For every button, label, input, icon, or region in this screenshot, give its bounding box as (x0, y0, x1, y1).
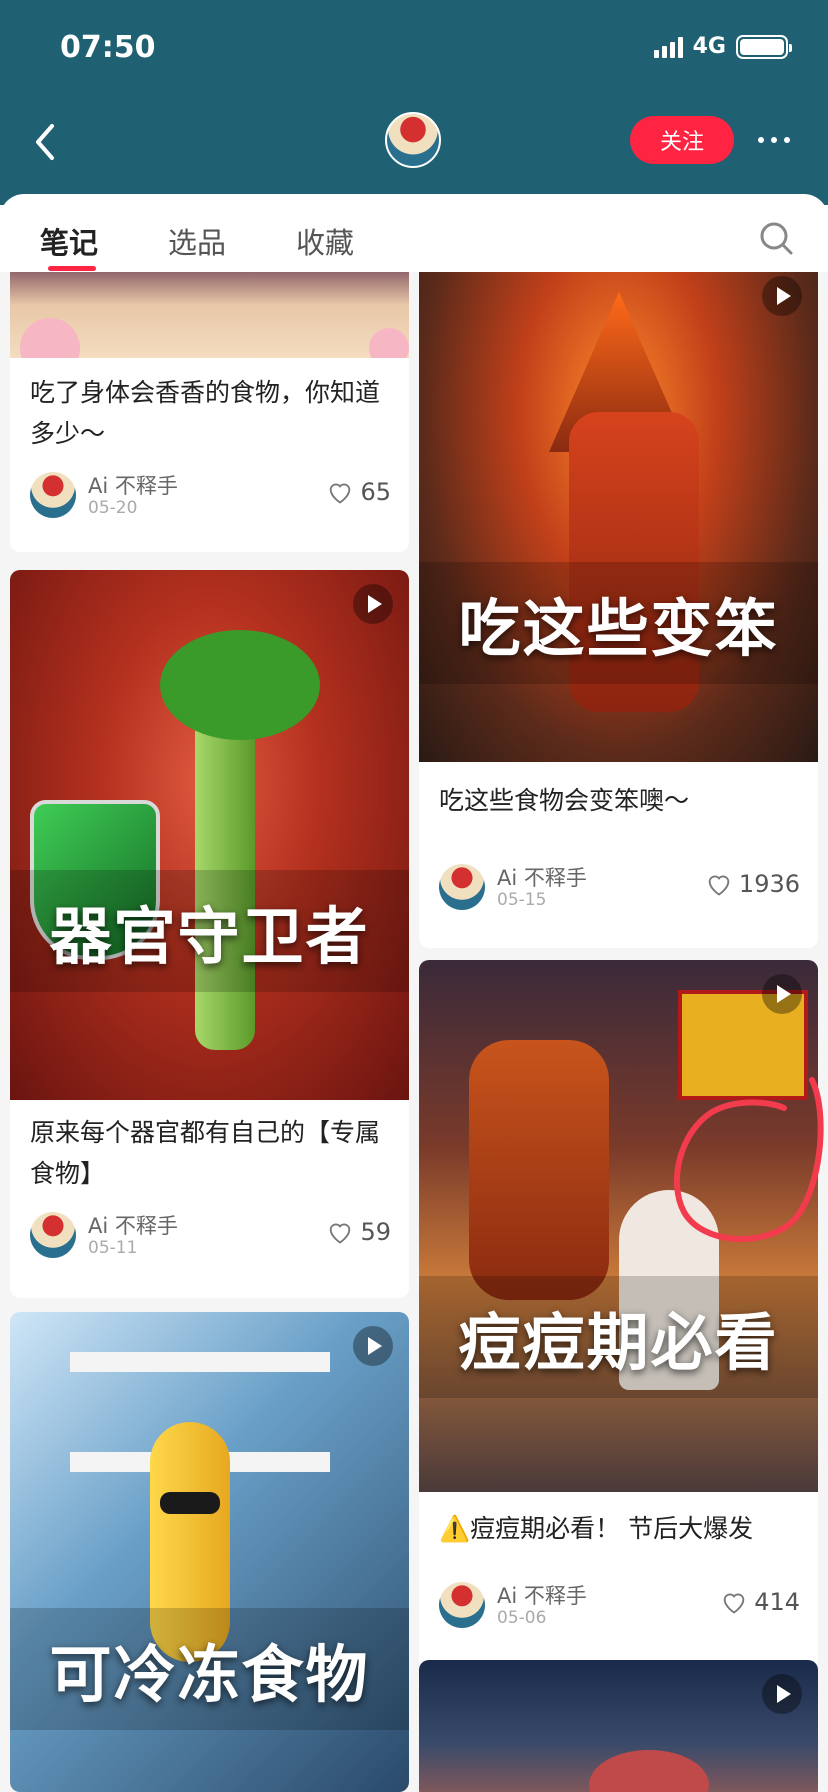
heart-icon (330, 483, 351, 504)
chevron-left-icon (36, 124, 54, 160)
like-button[interactable]: 1936 (705, 870, 800, 898)
note-cover-image: 痘痘期必看 (419, 960, 818, 1492)
note-date: 05-06 (497, 1608, 547, 1628)
heart-icon (723, 1593, 745, 1614)
tab-active-indicator (48, 266, 96, 271)
like-count: 414 (754, 1588, 800, 1616)
cover-caption: 痘痘期必看 (419, 1276, 818, 1398)
note-author-row: Ai 不释手 05-20 65 (30, 472, 391, 524)
tab-selections[interactable]: 选品 (168, 220, 226, 262)
like-count: 59 (360, 1218, 391, 1246)
video-icon (353, 1326, 393, 1366)
tab-bar: 笔记 选品 收藏 (0, 194, 828, 274)
like-count: 1936 (738, 870, 800, 898)
note-date: 05-11 (88, 1238, 138, 1258)
note-date: 05-15 (497, 890, 547, 910)
profile-avatar[interactable] (385, 112, 441, 168)
video-icon (762, 1674, 802, 1714)
author-avatar (30, 472, 76, 518)
author-avatar (439, 1582, 485, 1628)
note-title: ⚠️痘痘期必看！ 节后大爆发 (439, 1514, 754, 1543)
video-icon (762, 974, 802, 1014)
author-avatar (30, 1212, 76, 1258)
note-title: 吃了身体会香香的食物，你知道多少～ (30, 378, 381, 448)
cover-caption: 可冷冻食物 (10, 1608, 409, 1730)
follow-button[interactable]: 关注 (630, 116, 734, 164)
top-bar: 07:50 4G 关注 (0, 0, 828, 205)
heart-icon (330, 1223, 351, 1244)
author-avatar (439, 864, 485, 910)
note-card[interactable]: 器官守卫者 原来每个器官都有自己的【专属食物】 Ai 不释手 05-11 59 (10, 570, 409, 1298)
cover-caption: 吃这些变笨 (419, 562, 818, 684)
note-cover-image (10, 272, 409, 358)
like-button[interactable]: 65 (326, 478, 391, 506)
like-button[interactable]: 414 (720, 1588, 800, 1616)
note-cover-image: 器官守卫者 (10, 570, 409, 1100)
author-name: Ai 不释手 (88, 474, 178, 498)
like-count: 65 (360, 478, 391, 506)
notes-feed[interactable]: 吃了身体会香香的食物，你知道多少～ Ai 不释手 05-20 65 吃这些变笨 … (0, 272, 828, 1792)
note-author-row: Ai 不释手 05-11 59 (30, 1212, 391, 1264)
note-date: 05-20 (88, 498, 138, 518)
heart-icon (708, 875, 730, 896)
video-icon (353, 584, 393, 624)
like-button[interactable]: 59 (326, 1218, 391, 1246)
search-icon (760, 222, 793, 255)
note-cover-image: 可冷冻食物 (10, 1312, 409, 1792)
more-button[interactable] (752, 126, 796, 154)
note-card[interactable]: 吃这些变笨 吃这些食物会变笨噢～ Ai 不释手 05-15 1936 (419, 272, 818, 948)
note-title: 吃这些食物会变笨噢～ (439, 786, 690, 815)
author-name: Ai 不释手 (88, 1214, 178, 1238)
note-author-row: Ai 不释手 05-15 1936 (439, 864, 800, 916)
note-title: 原来每个器官都有自己的【专属食物】 (30, 1118, 381, 1188)
tab-notes[interactable]: 笔记 (40, 220, 98, 262)
cover-caption: 器官守卫者 (10, 870, 409, 992)
video-icon (762, 276, 802, 316)
signal-icon (653, 36, 683, 58)
battery-icon (736, 34, 792, 59)
back-button[interactable] (28, 120, 64, 164)
note-cover-image (419, 1660, 818, 1792)
author-name: Ai 不释手 (497, 1584, 587, 1608)
note-card[interactable]: 可冷冻食物 (10, 1312, 409, 1792)
search-button[interactable] (758, 220, 794, 256)
note-cover-image: 吃这些变笨 (419, 272, 818, 762)
status-indicators: 4G (653, 34, 792, 59)
author-name: Ai 不释手 (497, 866, 587, 890)
network-label: 4G (692, 34, 726, 59)
note-card[interactable]: 痘痘期必看 ⚠️痘痘期必看！ 节后大爆发 Ai 不释手 05-06 414 (419, 960, 818, 1668)
status-time: 07:50 (60, 30, 156, 65)
note-card[interactable]: 吃了身体会香香的食物，你知道多少～ Ai 不释手 05-20 65 (10, 272, 409, 552)
note-card[interactable] (419, 1660, 818, 1792)
tab-favorites[interactable]: 收藏 (296, 220, 354, 262)
note-author-row: Ai 不释手 05-06 414 (439, 1582, 800, 1634)
